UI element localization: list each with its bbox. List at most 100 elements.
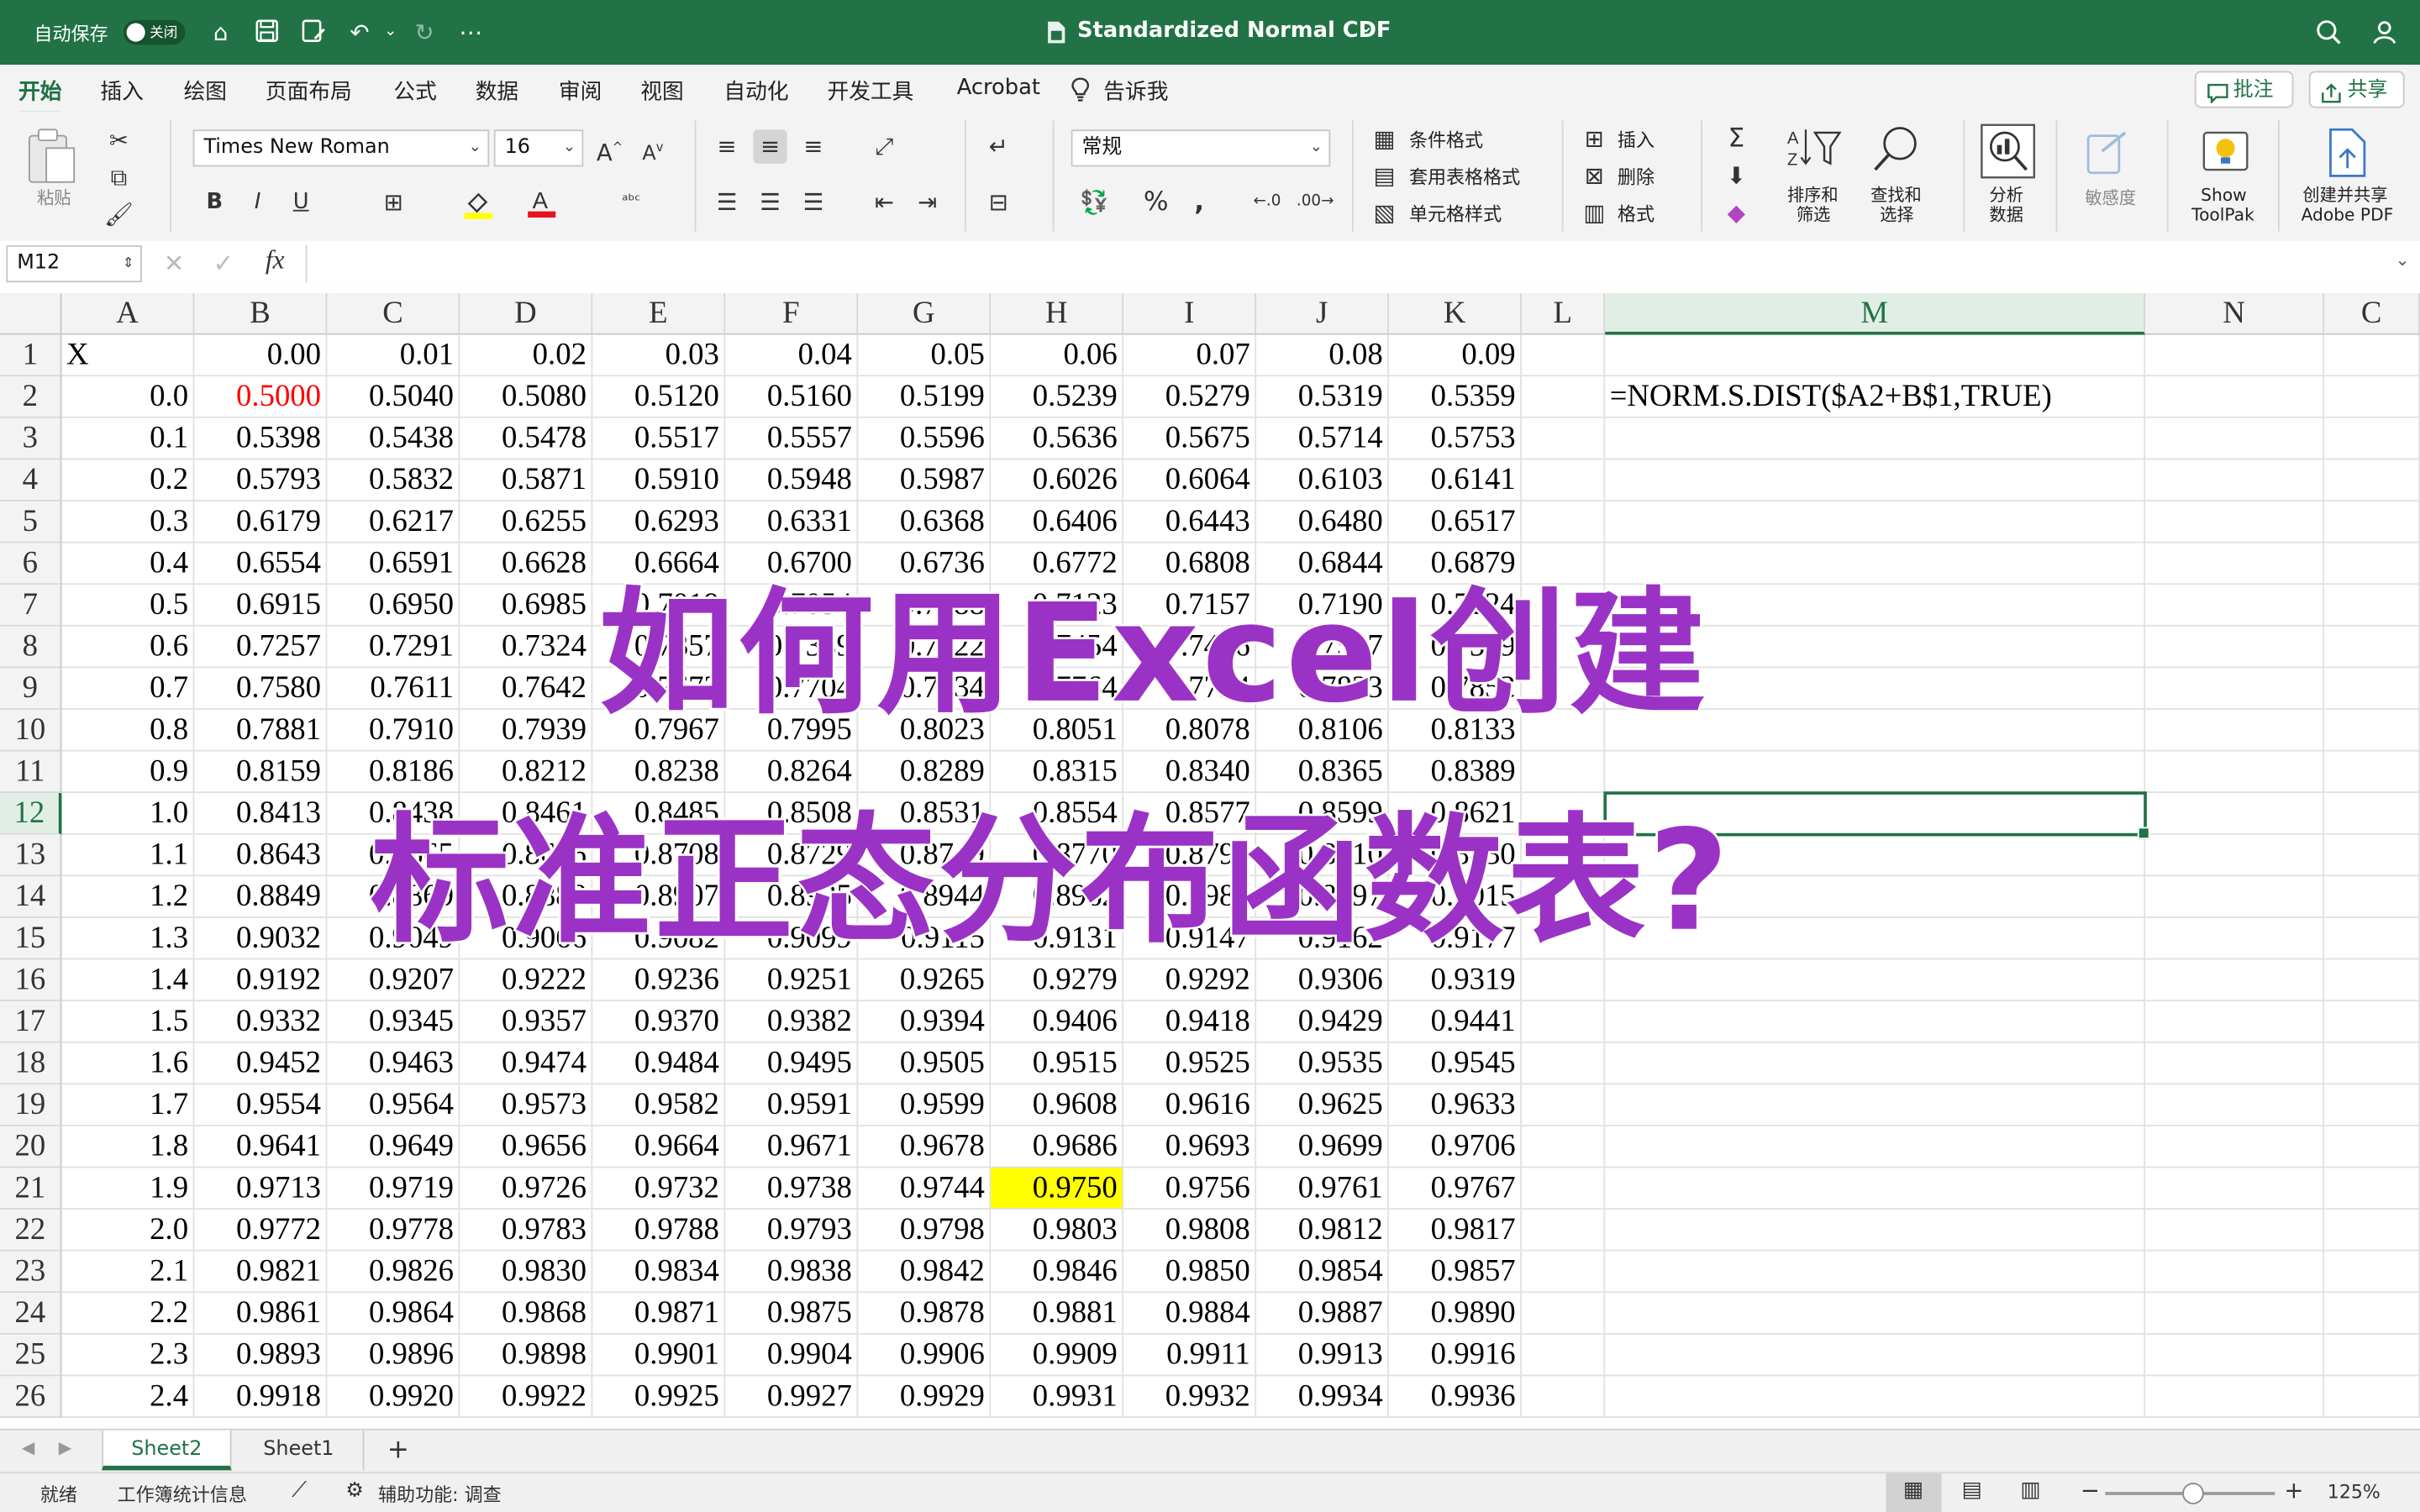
cell[interactable]: 0.6 — [61, 626, 195, 669]
underline-icon[interactable]: U — [284, 185, 318, 218]
cell[interactable]: 0.6026 — [991, 459, 1124, 501]
cell[interactable] — [2145, 501, 2325, 543]
cell[interactable] — [2145, 1210, 2325, 1252]
cell[interactable]: 2.3 — [61, 1334, 195, 1377]
cell[interactable]: 0.5199 — [858, 376, 992, 418]
row-header-7[interactable]: 7 — [0, 585, 62, 627]
cell[interactable]: 0.9554 — [194, 1084, 328, 1126]
cell[interactable]: 0.8159 — [194, 751, 328, 794]
cell[interactable]: 0.8643 — [194, 834, 328, 877]
cell[interactable]: 0.7910 — [327, 709, 460, 752]
increase-font-icon[interactable]: A^ — [592, 131, 626, 166]
cell[interactable]: 0.9931 — [991, 1376, 1124, 1418]
select-all-corner[interactable] — [0, 292, 62, 335]
cell[interactable] — [2324, 668, 2420, 710]
cell[interactable]: 0.2 — [61, 459, 195, 501]
column-header-l[interactable]: L — [1522, 292, 1606, 335]
cell[interactable]: 0.6064 — [1123, 459, 1257, 501]
row-header-22[interactable]: 22 — [0, 1210, 62, 1252]
cell[interactable]: 0.9761 — [1256, 1168, 1390, 1210]
cell[interactable]: 0.6141 — [1389, 459, 1523, 501]
cell[interactable]: 0.5279 — [1123, 376, 1257, 418]
cell[interactable] — [2145, 668, 2325, 710]
column-header-i[interactable]: I — [1123, 292, 1257, 335]
cell[interactable]: 0.9693 — [1123, 1126, 1257, 1168]
cell[interactable] — [1605, 1084, 2146, 1126]
normal-view-icon[interactable]: ▦ — [1903, 1478, 1923, 1503]
cell[interactable]: 0.7939 — [460, 709, 593, 752]
cell[interactable]: 0.6368 — [858, 501, 992, 543]
cell[interactable]: 0.9429 — [1256, 1001, 1390, 1043]
cell[interactable]: 0.04 — [725, 334, 859, 377]
tab-data[interactable]: 数据 — [476, 76, 518, 107]
font-size-select[interactable]: 16 ⌄ — [493, 129, 584, 167]
cell[interactable]: 1.2 — [61, 876, 195, 918]
format-painter-icon[interactable]: 🖌 — [102, 197, 135, 231]
cell[interactable]: 0.5120 — [592, 376, 726, 418]
cell[interactable]: 0.5910 — [592, 459, 726, 501]
cell[interactable]: 0.6331 — [725, 501, 859, 543]
autosave-toggle[interactable]: 关闭 — [123, 19, 186, 45]
cell[interactable] — [2324, 1376, 2420, 1418]
copy-icon[interactable]: ⧉ — [102, 160, 135, 194]
cell[interactable]: 0.5987 — [858, 459, 992, 501]
cell[interactable]: 0.9713 — [194, 1168, 328, 1210]
cell[interactable]: 0.9 — [61, 751, 195, 794]
cell[interactable]: 0.7257 — [194, 626, 328, 669]
cell[interactable]: 0.9265 — [858, 959, 992, 1002]
paste-icon[interactable] — [24, 127, 76, 186]
column-header-c[interactable]: C — [327, 292, 460, 335]
enter-icon[interactable]: ✓ — [213, 249, 234, 278]
document-title[interactable]: Standardized Normal CDF — [1077, 18, 1391, 43]
cell[interactable]: 0.9846 — [991, 1251, 1124, 1294]
cell[interactable]: 0.01 — [327, 334, 460, 377]
cell[interactable]: 0.9279 — [991, 959, 1124, 1002]
row-header-4[interactable]: 4 — [0, 459, 62, 501]
fill-handle[interactable] — [2137, 827, 2150, 840]
cell[interactable] — [2324, 1126, 2420, 1168]
cell[interactable] — [2324, 1210, 2420, 1252]
tab-draw[interactable]: 绘图 — [184, 76, 227, 107]
cell[interactable]: 0.9893 — [194, 1334, 328, 1377]
column-header-j[interactable]: J — [1256, 292, 1390, 335]
cell[interactable]: 0.6217 — [327, 501, 460, 543]
row-header-17[interactable]: 17 — [0, 1001, 62, 1043]
cell[interactable]: 0.9738 — [725, 1168, 859, 1210]
find-select-icon[interactable] — [1870, 123, 1923, 176]
cell[interactable]: 0.9633 — [1389, 1084, 1523, 1126]
cell[interactable]: 0.9699 — [1256, 1126, 1390, 1168]
cell[interactable]: 0.5596 — [858, 417, 992, 460]
home-icon[interactable]: ⌂ — [207, 18, 234, 46]
cell[interactable]: 0.5636 — [991, 417, 1124, 460]
cell[interactable]: 2.0 — [61, 1210, 195, 1252]
cell[interactable]: 0.9850 — [1123, 1251, 1257, 1294]
increase-indent-icon[interactable]: ⇥ — [911, 185, 944, 218]
macro-record-icon[interactable]: ⟋ — [292, 1478, 307, 1503]
cell[interactable]: 0.9929 — [858, 1376, 992, 1418]
row-header-18[interactable]: 18 — [0, 1042, 62, 1085]
cell[interactable]: 1.3 — [61, 917, 195, 960]
align-right-icon[interactable]: ☰ — [797, 185, 830, 218]
row-header-9[interactable]: 9 — [0, 668, 62, 710]
cell[interactable]: 0.9901 — [592, 1334, 726, 1377]
cell[interactable] — [2145, 1251, 2325, 1294]
cell[interactable]: 0.9803 — [991, 1210, 1124, 1252]
cell[interactable]: 0.9535 — [1256, 1042, 1390, 1085]
cell[interactable]: 0.9573 — [460, 1084, 593, 1126]
cell[interactable]: 0.9890 — [1389, 1293, 1523, 1335]
cell[interactable]: 0.7881 — [194, 709, 328, 752]
formula-input[interactable] — [305, 245, 2394, 283]
cell[interactable] — [2145, 751, 2325, 794]
cell[interactable] — [2324, 751, 2420, 794]
cell[interactable]: 0.8264 — [725, 751, 859, 794]
cell[interactable]: 0.5398 — [194, 417, 328, 460]
cell[interactable]: 0.5714 — [1256, 417, 1390, 460]
row-header-2[interactable]: 2 — [0, 376, 62, 418]
cell[interactable]: 1.1 — [61, 834, 195, 877]
cell[interactable] — [1605, 1001, 2146, 1043]
cell[interactable] — [2145, 1042, 2325, 1085]
align-middle-icon[interactable]: ≡ — [753, 129, 787, 164]
cell[interactable]: 0.9793 — [725, 1210, 859, 1252]
cell[interactable] — [2145, 459, 2325, 501]
cell[interactable] — [1522, 1001, 1606, 1043]
